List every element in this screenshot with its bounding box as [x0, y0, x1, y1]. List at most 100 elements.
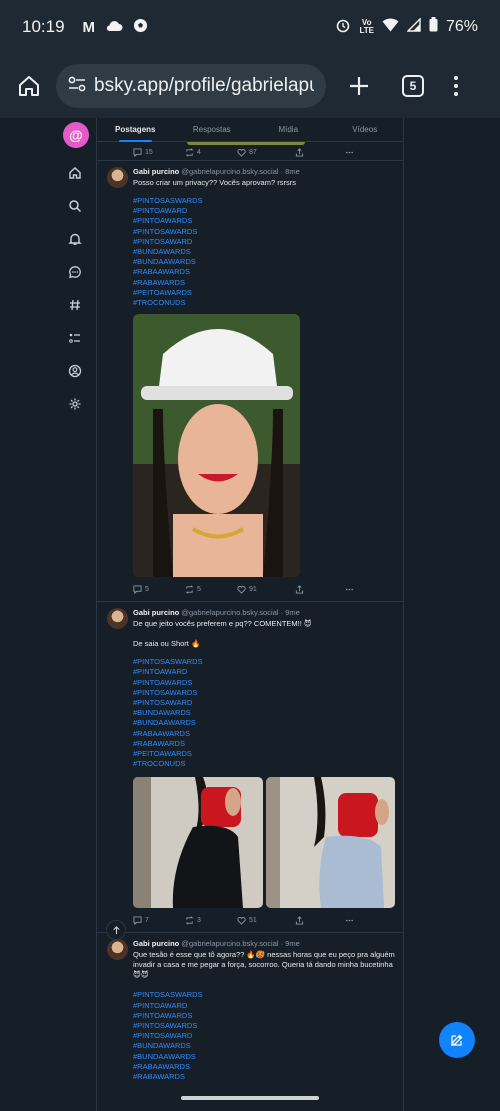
profile-icon [68, 364, 82, 377]
reply-button[interactable]: 5 [133, 585, 185, 594]
nav-chat[interactable] [58, 255, 92, 288]
repost-icon [185, 585, 194, 594]
author-handle[interactable]: @gabrielapurcino.bsky.social [181, 167, 278, 176]
gesture-home-bar[interactable] [181, 1096, 319, 1100]
tab-replies[interactable]: Respostas [174, 118, 251, 141]
post-time: · 9me [280, 608, 300, 618]
home-button[interactable] [12, 69, 46, 103]
post[interactable]: Gabi purcino @gabrielapurcino.bsky.socia… [97, 932, 403, 1086]
reply-button[interactable]: 7 [133, 916, 185, 925]
heart-icon [237, 585, 246, 594]
clock: 10:19 [22, 17, 65, 36]
list-icon [69, 333, 80, 343]
share-icon [295, 916, 304, 925]
profile-tabs: Postagens Respostas Mídia Vídeos [97, 118, 403, 142]
tab-media[interactable]: Mídia [250, 118, 327, 141]
post-image[interactable] [133, 314, 300, 578]
like-button[interactable]: 91 [237, 585, 295, 594]
hashtag-list[interactable]: #PINTOSASWARDS #PINTOAWARD #PINTOAWARDS … [133, 990, 395, 1082]
repost-icon [185, 916, 194, 925]
post-time: · 8me [280, 167, 300, 176]
post-text: Posso criar um privacy?? Vocês aprovam? … [133, 178, 296, 187]
bluesky-app: @ Postagens Respostas Mídia Vídeos 15 4 … [0, 118, 500, 1111]
compose-post-button[interactable] [439, 1022, 475, 1058]
post-header: Gabi purcino @gabrielapurcino.bsky.socia… [133, 608, 395, 618]
author-handle[interactable]: @gabrielapurcino.bsky.social [181, 608, 278, 617]
hashtag-list[interactable]: #PINTOSASWARDS #PINTOAWARD #PINTOAWARDS … [133, 657, 395, 769]
share-button[interactable] [295, 148, 345, 157]
avatar[interactable] [107, 939, 128, 961]
browser-menu-button[interactable] [454, 76, 458, 96]
tab-switcher-button[interactable]: 5 [402, 75, 424, 97]
reply-button[interactable]: 15 [133, 148, 185, 157]
signal-icon [406, 16, 421, 37]
repost-icon [185, 148, 194, 157]
status-bar: 10:19 M Vo LTE 76% [0, 0, 500, 54]
author-name[interactable]: Gabi purcino [133, 608, 179, 617]
like-button[interactable]: 51 [237, 916, 295, 925]
author-name[interactable]: Gabi purcino [133, 939, 179, 948]
more-icon [345, 919, 354, 922]
post-image[interactable] [133, 777, 263, 909]
post-actions: 7 3 51 [133, 912, 395, 928]
home-icon [19, 76, 39, 96]
alarm-icon [335, 17, 351, 38]
author-name[interactable]: Gabi purcino [133, 167, 179, 176]
repost-button[interactable]: 4 [185, 148, 237, 157]
site-settings-icon[interactable] [68, 76, 86, 97]
post-header: Gabi purcino @gabrielapurcino.bsky.socia… [133, 167, 395, 177]
tab-posts[interactable]: Postagens [97, 118, 174, 142]
compose-icon [450, 1034, 463, 1047]
nav-profile[interactable] [58, 354, 92, 387]
post-header: Gabi purcino @gabrielapurcino.bsky.socia… [133, 939, 395, 949]
more-icon [345, 151, 354, 154]
hashtag-icon [70, 299, 80, 310]
nav-settings[interactable] [58, 387, 92, 420]
share-button[interactable] [295, 584, 345, 594]
nav-search[interactable] [58, 189, 92, 222]
heart-icon [237, 149, 246, 157]
nav-notifications[interactable] [58, 222, 92, 255]
repost-button[interactable]: 5 [185, 585, 237, 594]
at-logo-icon[interactable]: @ [63, 122, 89, 148]
gmail-icon: M [82, 18, 96, 36]
battery-level: 76% [445, 18, 478, 35]
hashtag-list[interactable]: #PINTOSASWARDS #PINTOAWARD #PINTOAWARDS … [133, 196, 395, 308]
share-button[interactable] [295, 916, 345, 925]
search-icon [69, 199, 82, 212]
more-options-button[interactable] [345, 585, 354, 594]
post-text: De que jeito vocês preferem e pq?? COMEN… [133, 619, 312, 629]
more-options-button[interactable] [345, 148, 354, 157]
like-button[interactable]: 87 [237, 148, 295, 157]
more-options-button[interactable] [345, 916, 354, 925]
address-bar[interactable]: bsky.app/profile/gabrielapurcino [56, 64, 326, 108]
post[interactable]: Gabi purcino @gabrielapurcino.bsky.socia… [97, 160, 403, 601]
avatar[interactable] [107, 167, 128, 188]
nav-home[interactable] [58, 156, 92, 189]
share-icon [295, 148, 304, 157]
reply-icon [133, 916, 142, 925]
reply-icon [133, 585, 142, 594]
arrow-up-icon [112, 925, 120, 934]
scroll-to-top-button[interactable] [106, 920, 126, 940]
avatar[interactable] [107, 608, 128, 630]
author-handle[interactable]: @gabrielapurcino.bsky.social [181, 939, 278, 948]
nav-lists[interactable] [58, 321, 92, 354]
post-image-gallery [133, 777, 395, 909]
tab-videos[interactable]: Vídeos [327, 118, 404, 141]
volte-icon: Vo LTE [359, 18, 374, 35]
new-tab-button[interactable] [344, 71, 374, 101]
more-icon [345, 588, 354, 591]
nav-feeds[interactable] [58, 288, 92, 321]
reply-icon [133, 148, 142, 157]
url-text[interactable]: bsky.app/profile/gabrielapurcino [94, 75, 314, 97]
plus-icon [350, 77, 368, 95]
repost-button[interactable]: 3 [185, 916, 237, 925]
left-navigation: @ [58, 118, 94, 420]
post-text-line2: De saia ou Short 🔥 [133, 639, 201, 649]
cloud-icon [105, 19, 123, 36]
post[interactable]: Gabi purcino @gabrielapurcino.bsky.socia… [97, 601, 403, 932]
heart-icon [237, 917, 246, 925]
post-time: · 9me [280, 939, 300, 949]
post-image[interactable] [265, 777, 395, 909]
